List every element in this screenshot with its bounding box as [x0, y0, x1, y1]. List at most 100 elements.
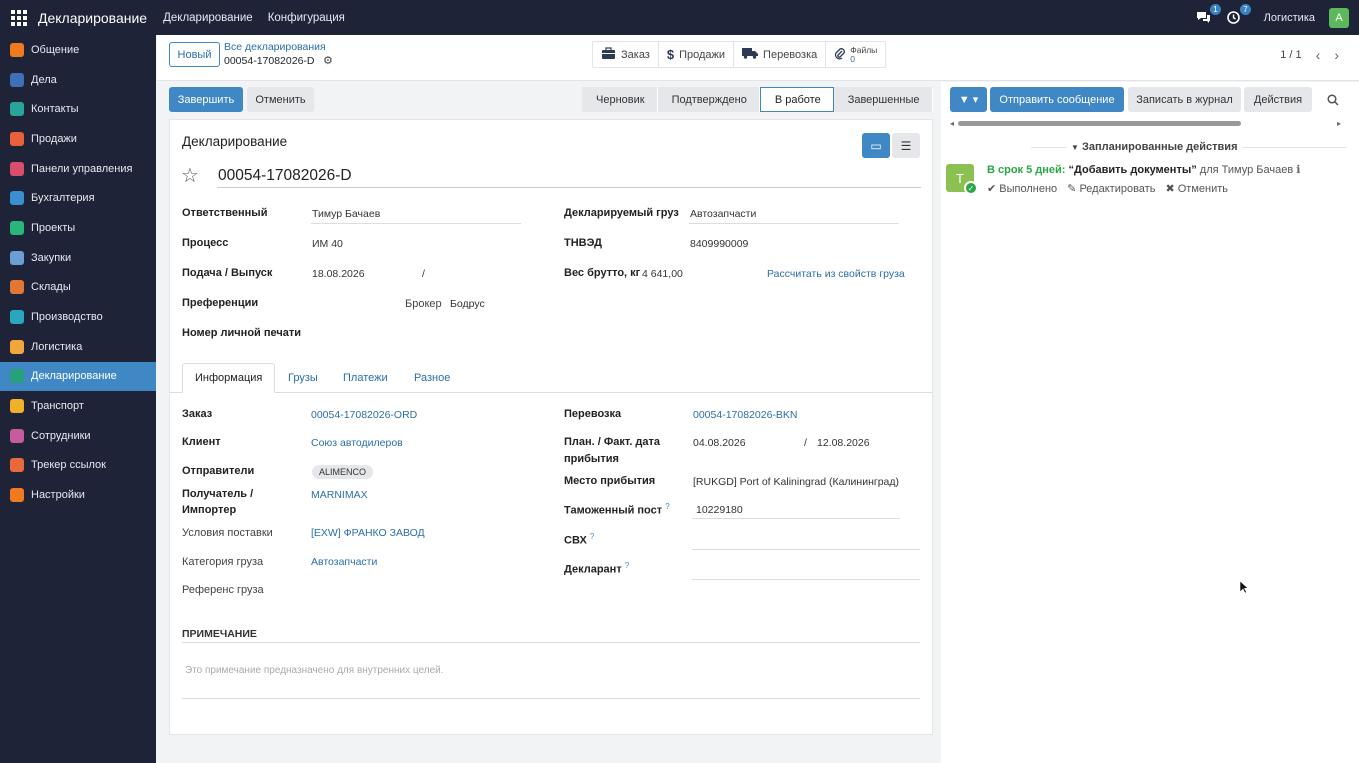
svh-field[interactable] [692, 549, 920, 550]
user-avatar[interactable]: A [1329, 7, 1349, 28]
activities-button[interactable]: Действия [1244, 87, 1312, 112]
arrival-fact-date-field[interactable]: 12.08.2026 [817, 437, 870, 449]
planned-activities-header[interactable]: ▼ Запланированные действия [1067, 141, 1242, 153]
cancel-activity-button[interactable]: ✖ Отменить [1165, 182, 1228, 195]
search-icon[interactable] [1323, 87, 1343, 112]
sidebar-item[interactable]: Общение [0, 35, 156, 65]
status-stage[interactable]: Черновик [582, 87, 658, 112]
horizontal-scrollbar[interactable] [958, 121, 1241, 126]
cancel-button[interactable]: Отменить [247, 87, 314, 112]
sidebar-item[interactable]: Проекты [0, 213, 156, 243]
gear-icon[interactable]: ⚙ [323, 54, 333, 67]
tab-payments[interactable]: Платежи [331, 363, 400, 393]
sidebar-item[interactable]: Трекер ссылок [0, 451, 156, 481]
broker-field[interactable]: Бодрус [450, 298, 485, 310]
help-icon[interactable]: ? [625, 561, 629, 570]
form-sheet: Декларирование ▭ ☰ ☆ 00054-17082026-D От… [169, 119, 933, 735]
edit-activity-button[interactable]: ✎ Редактировать [1067, 182, 1155, 195]
sidebar-item[interactable]: Производство [0, 302, 156, 332]
declarant-field[interactable] [692, 579, 920, 580]
list-view-icon[interactable]: ☰ [892, 133, 920, 158]
activity-clock-icon[interactable]: 7 [1226, 3, 1251, 25]
order-link[interactable]: 00054-17082026-ORD [311, 409, 417, 421]
process-field[interactable]: ИМ 40 [312, 238, 343, 250]
apps-menu-icon[interactable] [0, 0, 38, 35]
pencil-icon: ✎ [1067, 183, 1077, 195]
gross-weight-label: Вес брутто, кг [564, 267, 641, 279]
app-icon [10, 428, 24, 443]
sidebar-item[interactable]: Закупки [0, 243, 156, 273]
status-stage[interactable]: Подтверждено [657, 87, 760, 112]
sidebar-item[interactable]: Дела [0, 65, 156, 95]
sidebar-item[interactable]: Бухгалтерия [0, 183, 156, 213]
sidebar-item[interactable]: Сотрудники [0, 421, 156, 451]
delivery-terms-link[interactable]: [EXW] ФРАНКО ЗАВОД [311, 527, 425, 539]
tab-information[interactable]: Информация [182, 363, 276, 393]
arrival-place-field[interactable]: [RUKGD] Port of Kaliningrad (Калининград… [693, 476, 899, 488]
info-icon[interactable]: ℹ [1296, 164, 1300, 176]
send-message-button[interactable]: Отправить сообщение [990, 87, 1124, 112]
chevron-right-icon[interactable]: › [1334, 47, 1339, 63]
app-brand[interactable]: Декларирование [38, 10, 147, 26]
receiver-link[interactable]: MARNIMAX [311, 489, 368, 501]
cargo-category-link[interactable]: Автозапчасти [311, 556, 377, 568]
card-view-icon[interactable]: ▭ [862, 133, 890, 158]
note-field[interactable]: Это примечание предназначено для внутрен… [185, 665, 444, 676]
pager-value[interactable]: 1 / 1 [1280, 49, 1301, 61]
sidebar-item[interactable]: Продажи [0, 124, 156, 154]
help-icon[interactable]: ? [665, 502, 669, 511]
transport-link[interactable]: 00054-17082026-BKN [693, 409, 798, 421]
company-switcher[interactable]: Логистика [1264, 12, 1315, 24]
arrival-plan-date-field[interactable]: 04.08.2026 [693, 437, 746, 449]
preferences-label: Преференции [182, 297, 259, 309]
seal-number-label: Номер личной печати [182, 327, 302, 339]
chat-icon[interactable]: 1 [1196, 3, 1221, 25]
calculate-from-cargo-link[interactable]: Рассчитать из свойств груза [767, 268, 905, 280]
sidebar-item[interactable]: Контакты [0, 94, 156, 124]
smart-button-files[interactable]: Файлы 0 [826, 42, 885, 67]
star-icon[interactable]: ☆ [181, 163, 199, 188]
sidebar-item[interactable]: Панели управления [0, 154, 156, 184]
status-stage[interactable]: Завершенные [833, 87, 933, 112]
sidebar-item-label: Производство [31, 311, 103, 324]
sidebar-item[interactable]: Логистика [0, 332, 156, 362]
new-button[interactable]: Новый [169, 42, 220, 67]
smart-button-sales[interactable]: $ Продажи [659, 42, 735, 67]
hs-code-label: ТНВЭД [564, 237, 602, 249]
client-link[interactable]: Союз автодилеров [311, 437, 403, 449]
menu-configuration[interactable]: Конфигурация [268, 12, 345, 24]
menu-declaration[interactable]: Декларирование [163, 12, 253, 24]
chevron-left-icon[interactable]: ‹ [1316, 47, 1321, 63]
submit-date-field[interactable]: 18.08.2026 [312, 268, 365, 280]
note-header: ПРИМЕЧАНИЕ [182, 628, 257, 640]
cargo-field[interactable]: Автозапчасти [690, 208, 756, 220]
receiver-label-line1: Получатель / [182, 488, 254, 500]
hs-code-field[interactable]: 8409990009 [690, 238, 748, 250]
sidebar-item[interactable]: Транспорт [0, 391, 156, 421]
check-icon: ✓ [964, 181, 978, 195]
sidebar-item[interactable]: Декларирование [0, 361, 156, 392]
tab-misc[interactable]: Разное [402, 363, 462, 393]
customs-post-field[interactable]: 10229180 [696, 504, 743, 516]
sidebar-item-label: Общение [31, 43, 80, 56]
smart-button-transport[interactable]: Перевозка [734, 42, 827, 67]
scroll-right-icon[interactable]: ▸ [1337, 119, 1341, 128]
sidebar-item[interactable]: Склады [0, 273, 156, 303]
app-icon [10, 458, 24, 473]
responsible-field[interactable]: Тимур Бачаев [312, 208, 380, 220]
sidebar-item[interactable]: Настройки [0, 480, 156, 510]
scroll-left-icon[interactable]: ◂ [950, 119, 954, 128]
gross-weight-field[interactable]: 4 641,00 [642, 268, 683, 280]
log-note-button[interactable]: Записать в журнал [1128, 87, 1241, 112]
status-stage[interactable]: В работе [759, 87, 834, 112]
mark-done-button[interactable]: ✔ Выполнено [987, 182, 1057, 195]
sender-tag[interactable]: ALIMENCO [312, 465, 374, 479]
smart-button-order[interactable]: Заказ [593, 42, 659, 67]
activity-item: В срок 5 дней: “Добавить документы” для … [987, 163, 1300, 176]
finish-button[interactable]: Завершить [169, 87, 243, 112]
record-name[interactable]: 00054-17082026-D [218, 167, 352, 185]
tab-cargo[interactable]: Грузы [276, 363, 330, 393]
help-icon[interactable]: ? [590, 532, 594, 541]
breadcrumb-parent-link[interactable]: Все декларирования [224, 41, 326, 53]
filter-dropdown-button[interactable]: ▼ ▾ [950, 87, 987, 112]
